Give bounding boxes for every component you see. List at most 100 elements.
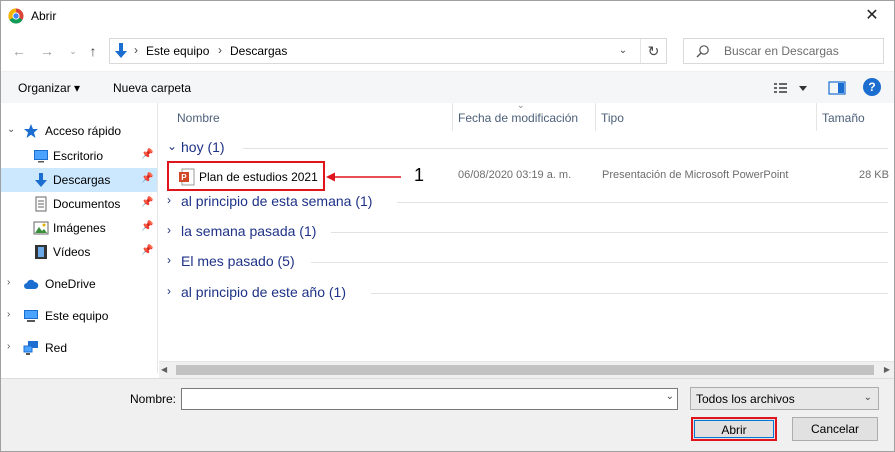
scrollbar-thumb[interactable] xyxy=(176,365,874,375)
file-name-input[interactable]: ⌄ xyxy=(181,388,678,410)
pin-icon: 📌 xyxy=(141,197,154,208)
expand-chevron-icon[interactable]: ⌄ xyxy=(7,124,15,135)
column-header-name[interactable]: Nombre xyxy=(177,111,220,125)
expand-chevron-icon[interactable]: › xyxy=(167,193,171,207)
sidebar-item-label: Red xyxy=(45,341,68,355)
group-label: El mes pasado (5) xyxy=(181,253,295,269)
organize-menu[interactable]: Organizar ▾ xyxy=(18,81,80,95)
sidebar-item-label: OneDrive xyxy=(45,277,96,291)
group-divider xyxy=(371,293,888,294)
breadcrumb-separator: › xyxy=(134,43,138,57)
collapse-chevron-icon[interactable]: ⌄ xyxy=(167,139,177,153)
chevron-down-icon[interactable]: ⌄ xyxy=(666,391,674,402)
star-icon xyxy=(24,124,38,138)
pin-icon: 📌 xyxy=(141,245,154,256)
cancel-button[interactable]: Cancelar xyxy=(792,417,878,441)
title-bar: Abrir ✕ xyxy=(1,1,894,31)
group-label: al principio de esta semana (1) xyxy=(181,193,373,209)
preview-pane-icon[interactable] xyxy=(828,80,846,96)
forward-button[interactable]: → xyxy=(37,41,57,61)
group-header-semana-pasada[interactable]: › la semana pasada (1) xyxy=(159,221,894,243)
sidebar-item-label: Escritorio xyxy=(53,149,104,163)
sidebar-item-label: Vídeos xyxy=(53,245,91,259)
sidebar-item-documentos[interactable]: Documentos 📌 xyxy=(1,192,157,216)
address-history-dropdown[interactable]: ⌄ xyxy=(612,39,634,63)
file-size: 28 KB xyxy=(859,169,889,181)
up-folder-button[interactable]: ↑ xyxy=(83,41,103,61)
group-divider xyxy=(397,202,888,203)
column-divider[interactable] xyxy=(816,103,817,131)
breadcrumb-este-equipo[interactable]: Este equipo xyxy=(146,44,209,58)
annotation-number-1: 1 xyxy=(414,165,425,185)
sidebar-item-label: Descargas xyxy=(53,173,111,187)
scroll-right-arrow-icon[interactable]: ▶ xyxy=(884,365,890,374)
group-header-mes-pasado[interactable]: › El mes pasado (5) xyxy=(159,251,894,273)
sidebar-item-escritorio[interactable]: Escritorio 📌 xyxy=(1,144,157,168)
address-row: ← → ⌄ ↑ › Este equipo › Descargas ⌄ ↻ Bu… xyxy=(1,31,894,71)
refresh-button[interactable]: ↻ xyxy=(640,39,666,63)
horizontal-scrollbar[interactable]: ◀ ▶ xyxy=(159,361,894,378)
file-name-highlight[interactable]: P Plan de estudios 2021 xyxy=(167,161,325,191)
group-label: la semana pasada (1) xyxy=(181,223,317,239)
sidebar-item-onedrive[interactable]: › OneDrive xyxy=(1,272,157,296)
expand-chevron-icon[interactable]: › xyxy=(167,223,171,237)
downloads-folder-icon xyxy=(115,43,127,58)
expand-chevron-icon[interactable]: › xyxy=(167,253,171,267)
search-box[interactable]: Buscar en Descargas xyxy=(683,38,884,64)
back-button[interactable]: ← xyxy=(9,41,29,61)
navigation-pane: ⌄ Acceso rápido Escritorio 📌 Descargas 📌 xyxy=(1,103,158,373)
open-button[interactable]: Abrir xyxy=(691,417,777,441)
view-options-icon[interactable] xyxy=(773,80,811,96)
help-icon[interactable]: ? xyxy=(863,78,881,96)
pin-icon: 📌 xyxy=(141,221,154,232)
expand-chevron-icon[interactable]: › xyxy=(167,284,171,298)
expand-chevron-icon[interactable]: › xyxy=(7,309,10,320)
file-name-label: Nombre: xyxy=(130,392,177,406)
new-folder-button[interactable]: Nueva carpeta xyxy=(113,81,191,95)
recent-locations-button[interactable]: ⌄ xyxy=(63,41,83,61)
file-list: ⌄ Nombre Fecha de modificación Tipo Tama… xyxy=(159,100,894,361)
column-divider[interactable] xyxy=(452,103,453,131)
file-row[interactable]: P Plan de estudios 2021 06/08/2020 03:19… xyxy=(159,161,894,191)
group-header-esta-semana[interactable]: › al principio de esta semana (1) xyxy=(159,191,894,213)
scroll-left-arrow-icon[interactable]: ◀ xyxy=(161,365,167,374)
group-header-hoy[interactable]: ⌄ hoy (1) xyxy=(159,137,894,159)
documents-icon xyxy=(35,196,47,212)
sidebar-item-imagenes[interactable]: Imágenes 📌 xyxy=(1,216,157,240)
address-bar[interactable]: › Este equipo › Descargas ⌄ ↻ xyxy=(109,38,667,64)
group-label: hoy (1) xyxy=(181,139,225,155)
powerpoint-file-icon: P xyxy=(179,168,195,186)
pictures-icon xyxy=(33,221,49,235)
cloud-icon xyxy=(24,279,39,289)
downloads-icon xyxy=(35,173,47,187)
sidebar-item-este-equipo[interactable]: › Este equipo xyxy=(1,304,157,328)
sidebar-item-label: Documentos xyxy=(53,197,121,211)
column-header-date[interactable]: Fecha de modificación xyxy=(458,111,578,125)
sidebar-item-label: Este equipo xyxy=(45,309,109,323)
expand-chevron-icon[interactable]: › xyxy=(7,277,10,288)
command-toolbar: Organizar ▾ Nueva carpeta ? xyxy=(1,71,894,103)
computer-icon xyxy=(24,310,38,322)
sidebar-item-label: Imágenes xyxy=(53,221,106,235)
sort-indicator-icon: ⌄ xyxy=(517,100,525,110)
close-button[interactable]: ✕ xyxy=(856,4,888,28)
group-label: al principio de este año (1) xyxy=(181,284,346,300)
videos-icon xyxy=(35,245,47,259)
column-header-size[interactable]: Tamaño xyxy=(822,111,865,125)
window-title: Abrir xyxy=(31,9,57,23)
sidebar-item-red[interactable]: › Red xyxy=(1,336,157,360)
column-divider[interactable] xyxy=(595,103,596,131)
group-divider xyxy=(331,232,888,233)
sidebar-item-acceso-rapido[interactable]: ⌄ Acceso rápido xyxy=(1,119,157,143)
file-type-select[interactable]: Todos los archivos ⌄ xyxy=(690,387,879,410)
sidebar-item-descargas[interactable]: Descargas 📌 xyxy=(1,168,157,192)
group-header-este-ano[interactable]: › al principio de este año (1) xyxy=(159,282,894,304)
sidebar-item-videos[interactable]: Vídeos 📌 xyxy=(1,240,157,264)
column-header-type[interactable]: Tipo xyxy=(601,111,624,125)
expand-chevron-icon[interactable]: › xyxy=(7,341,10,352)
file-name: Plan de estudios 2021 xyxy=(199,170,318,184)
chrome-icon xyxy=(8,8,24,24)
file-date: 06/08/2020 03:19 a. m. xyxy=(458,169,572,181)
breadcrumb-descargas[interactable]: Descargas xyxy=(230,44,287,58)
svg-text:P: P xyxy=(181,173,187,182)
